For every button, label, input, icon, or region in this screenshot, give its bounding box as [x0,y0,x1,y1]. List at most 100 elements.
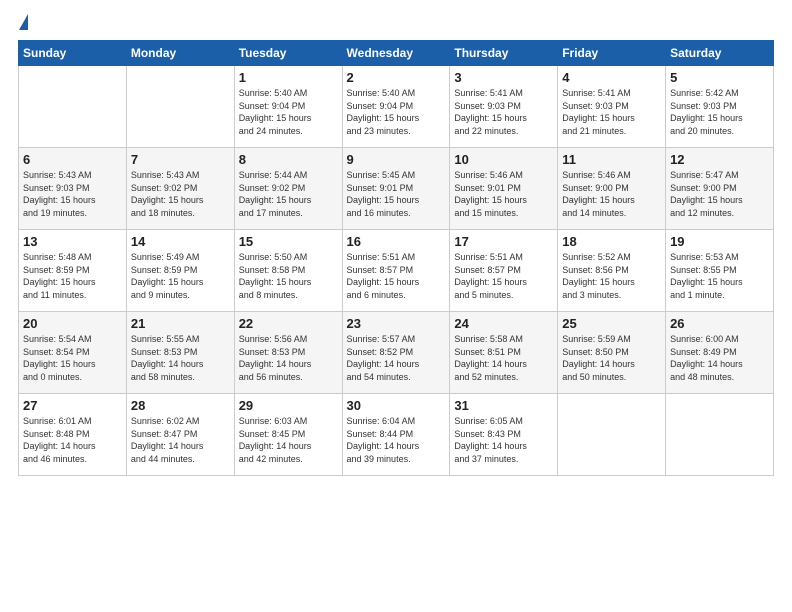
day-info: Sunrise: 5:51 AM Sunset: 8:57 PM Dayligh… [347,251,446,301]
day-info: Sunrise: 5:54 AM Sunset: 8:54 PM Dayligh… [23,333,122,383]
calendar-cell [126,66,234,148]
calendar-cell: 25 Sunrise: 5:59 AM Sunset: 8:50 PM Dayli… [558,312,666,394]
day-info: Sunrise: 5:44 AM Sunset: 9:02 PM Dayligh… [239,169,338,219]
calendar-cell: 12 Sunrise: 5:47 AM Sunset: 9:00 PM Dayli… [666,148,774,230]
day-number: 4 [562,70,661,85]
day-number: 5 [670,70,769,85]
calendar-cell [666,394,774,476]
day-info: Sunrise: 5:43 AM Sunset: 9:02 PM Dayligh… [131,169,230,219]
day-number: 29 [239,398,338,413]
day-number: 20 [23,316,122,331]
calendar-week-row: 1 Sunrise: 5:40 AM Sunset: 9:04 PM Daylig… [19,66,774,148]
calendar-table: SundayMondayTuesdayWednesdayThursdayFrid… [18,40,774,476]
header-row: SundayMondayTuesdayWednesdayThursdayFrid… [19,41,774,66]
calendar-cell: 30 Sunrise: 6:04 AM Sunset: 8:44 PM Dayli… [342,394,450,476]
day-number: 30 [347,398,446,413]
day-info: Sunrise: 5:59 AM Sunset: 8:50 PM Dayligh… [562,333,661,383]
calendar-cell: 29 Sunrise: 6:03 AM Sunset: 8:45 PM Dayli… [234,394,342,476]
day-info: Sunrise: 5:46 AM Sunset: 9:01 PM Dayligh… [454,169,553,219]
day-info: Sunrise: 5:52 AM Sunset: 8:56 PM Dayligh… [562,251,661,301]
day-number: 27 [23,398,122,413]
day-number: 3 [454,70,553,85]
day-number: 14 [131,234,230,249]
calendar-cell: 14 Sunrise: 5:49 AM Sunset: 8:59 PM Dayli… [126,230,234,312]
weekday-header: Monday [126,41,234,66]
day-info: Sunrise: 6:04 AM Sunset: 8:44 PM Dayligh… [347,415,446,465]
calendar-cell: 18 Sunrise: 5:52 AM Sunset: 8:56 PM Dayli… [558,230,666,312]
calendar-cell: 31Sunrise: 6:05 AM Sunset: 8:43 PM Dayli… [450,394,558,476]
calendar-week-row: 27 Sunrise: 6:01 AM Sunset: 8:48 PM Dayli… [19,394,774,476]
day-number: 22 [239,316,338,331]
day-number: 7 [131,152,230,167]
calendar-cell: 5 Sunrise: 5:42 AM Sunset: 9:03 PM Daylig… [666,66,774,148]
day-number: 2 [347,70,446,85]
weekday-header: Friday [558,41,666,66]
calendar-cell: 24 Sunrise: 5:58 AM Sunset: 8:51 PM Dayli… [450,312,558,394]
day-info: Sunrise: 5:41 AM Sunset: 9:03 PM Dayligh… [454,87,553,137]
calendar-cell [558,394,666,476]
calendar-cell: 3 Sunrise: 5:41 AM Sunset: 9:03 PM Daylig… [450,66,558,148]
day-info: Sunrise: 5:43 AM Sunset: 9:03 PM Dayligh… [23,169,122,219]
calendar-cell [19,66,127,148]
day-info: Sunrise: 5:48 AM Sunset: 8:59 PM Dayligh… [23,251,122,301]
calendar-cell: 7 Sunrise: 5:43 AM Sunset: 9:02 PM Daylig… [126,148,234,230]
calendar-cell: 10 Sunrise: 5:46 AM Sunset: 9:01 PM Dayli… [450,148,558,230]
day-info: Sunrise: 5:50 AM Sunset: 8:58 PM Dayligh… [239,251,338,301]
calendar-cell: 16 Sunrise: 5:51 AM Sunset: 8:57 PM Dayli… [342,230,450,312]
day-info: Sunrise: 5:49 AM Sunset: 8:59 PM Dayligh… [131,251,230,301]
calendar-cell: 9 Sunrise: 5:45 AM Sunset: 9:01 PM Daylig… [342,148,450,230]
weekday-header: Wednesday [342,41,450,66]
calendar-cell: 8Sunrise: 5:44 AM Sunset: 9:02 PM Daylig… [234,148,342,230]
day-info: Sunrise: 6:02 AM Sunset: 8:47 PM Dayligh… [131,415,230,465]
day-info: Sunrise: 5:58 AM Sunset: 8:51 PM Dayligh… [454,333,553,383]
day-number: 25 [562,316,661,331]
day-info: Sunrise: 5:47 AM Sunset: 9:00 PM Dayligh… [670,169,769,219]
day-number: 23 [347,316,446,331]
calendar-cell: 11Sunrise: 5:46 AM Sunset: 9:00 PM Dayli… [558,148,666,230]
day-info: Sunrise: 5:46 AM Sunset: 9:00 PM Dayligh… [562,169,661,219]
header [18,18,774,30]
weekday-header: Saturday [666,41,774,66]
day-info: Sunrise: 5:40 AM Sunset: 9:04 PM Dayligh… [347,87,446,137]
calendar-header: SundayMondayTuesdayWednesdayThursdayFrid… [19,41,774,66]
calendar-cell: 15 Sunrise: 5:50 AM Sunset: 8:58 PM Dayli… [234,230,342,312]
weekday-header: Tuesday [234,41,342,66]
day-info: Sunrise: 5:45 AM Sunset: 9:01 PM Dayligh… [347,169,446,219]
calendar-cell: 22 Sunrise: 5:56 AM Sunset: 8:53 PM Dayli… [234,312,342,394]
logo-arrow-icon [19,14,28,30]
calendar-cell: 19 Sunrise: 5:53 AM Sunset: 8:55 PM Dayli… [666,230,774,312]
day-number: 9 [347,152,446,167]
day-number: 18 [562,234,661,249]
day-number: 1 [239,70,338,85]
day-number: 16 [347,234,446,249]
day-number: 19 [670,234,769,249]
calendar-cell: 6 Sunrise: 5:43 AM Sunset: 9:03 PM Daylig… [19,148,127,230]
day-number: 15 [239,234,338,249]
calendar-week-row: 13Sunrise: 5:48 AM Sunset: 8:59 PM Dayli… [19,230,774,312]
calendar-week-row: 20 Sunrise: 5:54 AM Sunset: 8:54 PM Dayli… [19,312,774,394]
day-number: 12 [670,152,769,167]
day-number: 21 [131,316,230,331]
calendar-body: 1 Sunrise: 5:40 AM Sunset: 9:04 PM Daylig… [19,66,774,476]
day-info: Sunrise: 6:01 AM Sunset: 8:48 PM Dayligh… [23,415,122,465]
day-info: Sunrise: 6:03 AM Sunset: 8:45 PM Dayligh… [239,415,338,465]
day-info: Sunrise: 5:42 AM Sunset: 9:03 PM Dayligh… [670,87,769,137]
calendar-cell: 27 Sunrise: 6:01 AM Sunset: 8:48 PM Dayli… [19,394,127,476]
day-info: Sunrise: 5:56 AM Sunset: 8:53 PM Dayligh… [239,333,338,383]
day-info: Sunrise: 5:51 AM Sunset: 8:57 PM Dayligh… [454,251,553,301]
day-number: 24 [454,316,553,331]
day-info: Sunrise: 5:53 AM Sunset: 8:55 PM Dayligh… [670,251,769,301]
calendar-cell: 23 Sunrise: 5:57 AM Sunset: 8:52 PM Dayli… [342,312,450,394]
calendar-cell: 4Sunrise: 5:41 AM Sunset: 9:03 PM Daylig… [558,66,666,148]
day-number: 6 [23,152,122,167]
day-info: Sunrise: 5:55 AM Sunset: 8:53 PM Dayligh… [131,333,230,383]
calendar-cell: 26Sunrise: 6:00 AM Sunset: 8:49 PM Dayli… [666,312,774,394]
day-number: 28 [131,398,230,413]
day-number: 10 [454,152,553,167]
page: SundayMondayTuesdayWednesdayThursdayFrid… [0,0,792,612]
calendar-cell: 20 Sunrise: 5:54 AM Sunset: 8:54 PM Dayli… [19,312,127,394]
day-info: Sunrise: 5:57 AM Sunset: 8:52 PM Dayligh… [347,333,446,383]
day-info: Sunrise: 6:00 AM Sunset: 8:49 PM Dayligh… [670,333,769,383]
weekday-header: Thursday [450,41,558,66]
calendar-cell: 1Sunrise: 5:40 AM Sunset: 9:04 PM Daylig… [234,66,342,148]
